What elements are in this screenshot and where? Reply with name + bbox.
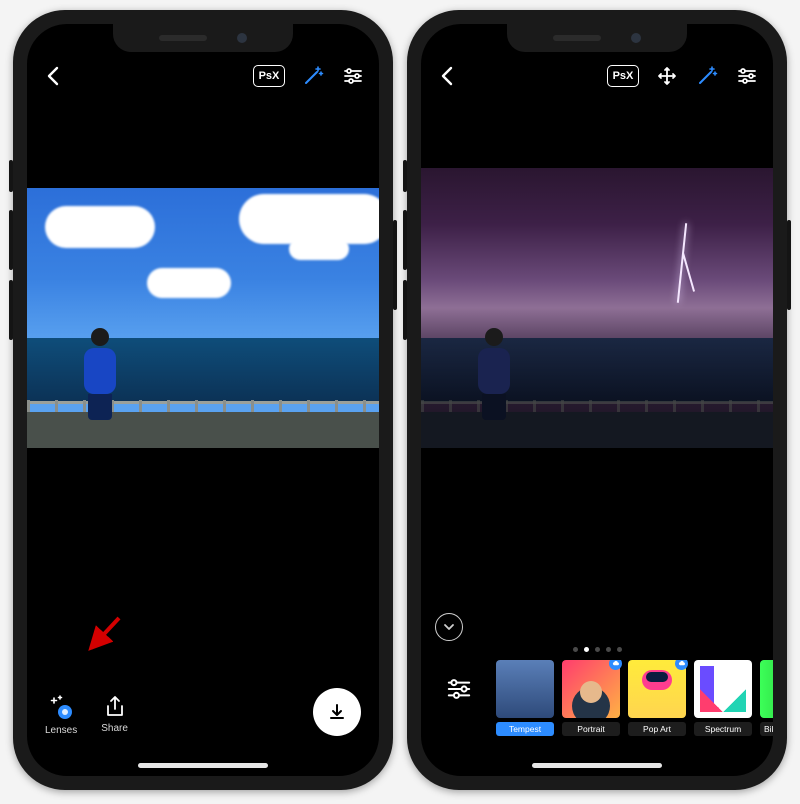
filter-label: Pop Art (628, 722, 686, 736)
home-indicator[interactable] (138, 763, 268, 768)
chevron-down-icon (443, 621, 455, 633)
filter-row[interactable]: Tempest Portrait Pop Art Spectrum Billie Eil… (421, 660, 773, 776)
filter-label: Spectrum (694, 722, 752, 736)
page-dot (595, 647, 600, 652)
back-icon[interactable] (435, 64, 459, 88)
psx-icon[interactable]: PsX (607, 65, 639, 87)
filter-portrait[interactable]: Portrait (561, 660, 621, 736)
sliders-icon[interactable] (735, 64, 759, 88)
annotation-arrow (79, 612, 125, 658)
filter-label: Tempest (496, 722, 554, 736)
filter-thumb (496, 660, 554, 718)
sliders-icon[interactable] (341, 64, 365, 88)
page-dot (617, 647, 622, 652)
page-indicator (421, 647, 773, 652)
page-dot (606, 647, 611, 652)
filter-label: Billie Eilish Bl… (760, 722, 773, 736)
filter-thumb (760, 660, 773, 718)
phone-left: PsX (13, 10, 393, 790)
magic-wand-icon[interactable] (301, 64, 325, 88)
cloud-badge-icon (675, 660, 688, 670)
page-dot (573, 647, 578, 652)
share-button[interactable]: Share (101, 695, 128, 736)
filter-billie[interactable]: Billie Eilish Bl… (759, 660, 773, 736)
lenses-icon (48, 695, 74, 721)
photo-original (27, 188, 379, 448)
filter-tempest[interactable]: Tempest (495, 660, 555, 736)
screen-left: PsX (27, 24, 379, 776)
home-indicator[interactable] (532, 763, 662, 768)
back-icon[interactable] (41, 64, 65, 88)
phone-right: PsX (407, 10, 787, 790)
magic-wand-icon[interactable] (695, 64, 719, 88)
notch (507, 24, 687, 52)
share-label: Share (101, 723, 128, 734)
download-button[interactable] (313, 688, 361, 736)
image-canvas[interactable] (27, 98, 379, 688)
filter-adjust[interactable] (429, 660, 489, 736)
filter-thumb (430, 660, 488, 718)
filter-panel: Tempest Portrait Pop Art Spectrum Billie Eil… (421, 613, 773, 776)
lenses-button[interactable]: Lenses (45, 695, 77, 736)
cloud-badge-icon (609, 660, 622, 670)
filter-label: Portrait (562, 722, 620, 736)
page-dot (584, 647, 589, 652)
screen-right: PsX (421, 24, 773, 776)
image-canvas[interactable] (421, 98, 773, 613)
notch (113, 24, 293, 52)
download-icon (327, 702, 347, 722)
filter-thumb (694, 660, 752, 718)
filter-spectrum[interactable]: Spectrum (693, 660, 753, 736)
filter-popart[interactable]: Pop Art (627, 660, 687, 736)
photo-tempest (421, 168, 773, 448)
move-icon[interactable] (655, 64, 679, 88)
lenses-label: Lenses (45, 725, 77, 736)
psx-icon[interactable]: PsX (253, 65, 285, 87)
share-icon (103, 695, 127, 719)
collapse-button[interactable] (435, 613, 463, 641)
